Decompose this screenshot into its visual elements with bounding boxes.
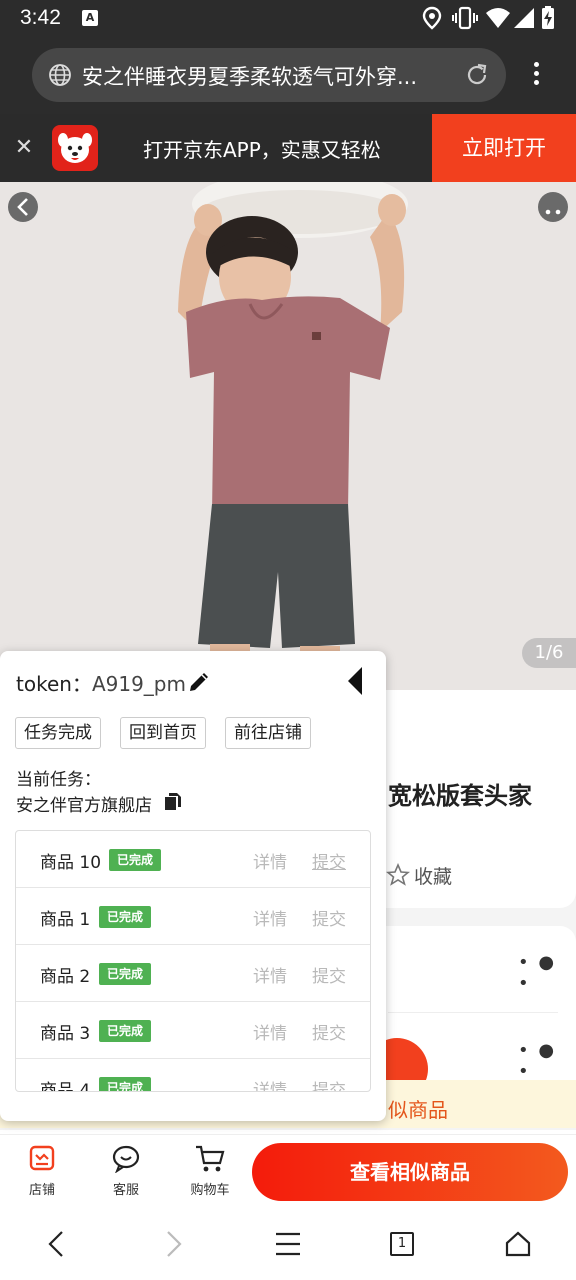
nav-back-icon[interactable] <box>44 1226 68 1262</box>
location-icon <box>422 6 442 30</box>
service-label: 客服 <box>112 1183 139 1198</box>
jd-logo <box>52 125 98 171</box>
app-banner: ✕ 打开京东APP，实惠又轻松 立即打开 <box>0 114 576 182</box>
cart-icon <box>196 1145 225 1172</box>
favorite-label: 收藏 <box>414 866 453 888</box>
status-badge: 已完成 <box>99 963 152 985</box>
open-app-button[interactable]: 立即打开 <box>432 114 576 182</box>
cart-label: 购物车 <box>190 1183 230 1198</box>
menu-dots-icon[interactable] <box>524 58 548 90</box>
browser-nav-bar: 1 <box>0 1208 576 1280</box>
detail-link[interactable]: 详情 <box>253 1076 287 1091</box>
submit-link[interactable]: 提交 <box>312 848 346 873</box>
list-item: 商品 4 已完成 详情 提交 <box>16 1059 370 1092</box>
status-time: 3:42 <box>20 6 61 29</box>
signal-icon <box>514 8 534 28</box>
nav-tabs-icon[interactable]: 1 <box>390 1232 414 1256</box>
service-tab[interactable]: 客服 <box>96 1143 156 1198</box>
item-name: 商品 2 <box>40 967 91 987</box>
go-home-button[interactable]: 回到首页 <box>120 717 206 749</box>
nav-menu-icon[interactable] <box>274 1226 302 1262</box>
nav-forward-icon[interactable] <box>162 1226 186 1262</box>
action-bar: 店铺 客服 购物车 查看相似商品 <box>0 1134 576 1208</box>
submit-link[interactable]: 提交 <box>312 1019 346 1044</box>
similar-products-link[interactable]: 似商品 <box>388 1094 448 1123</box>
list-item: 商品 2 已完成 详情 提交 <box>16 945 370 1002</box>
chevron-left-icon <box>17 198 28 216</box>
token-label: token： <box>16 672 92 696</box>
banner-text: 打开京东APP，实惠又轻松 <box>143 138 381 162</box>
status-badge: 已完成 <box>99 906 152 928</box>
edit-icon[interactable] <box>186 669 212 695</box>
go-store-button[interactable]: 前往店铺 <box>225 717 311 749</box>
star-icon <box>385 862 411 886</box>
vibrate-icon <box>452 6 478 30</box>
task-panel: token：A919_pm 任务完成 回到首页 前往店铺 当前任务： 安之伴官方… <box>0 651 386 1121</box>
status-bar: 3:42 A <box>0 0 576 36</box>
list-item: 商品 3 已完成 详情 提交 <box>16 1002 370 1059</box>
favorite-button[interactable]: 收藏 <box>385 862 453 889</box>
detail-link[interactable]: 详情 <box>253 848 287 873</box>
more-dots-icon[interactable]: • ● • <box>518 952 576 994</box>
more-dots-icon[interactable]: • ● • <box>518 1040 576 1082</box>
url-bar[interactable]: 安之伴睡衣男夏季柔软透气可外穿... <box>32 48 506 102</box>
service-icon <box>112 1145 140 1174</box>
current-task-label: 当前任务： <box>16 770 101 790</box>
item-name: 商品 3 <box>40 1024 91 1044</box>
browser-toolbar: 安之伴睡衣男夏季柔软透气可外穿... <box>0 36 576 114</box>
status-badge: 已完成 <box>109 849 162 871</box>
item-name: 商品 1 <box>40 910 91 930</box>
wifi-icon <box>486 8 510 28</box>
list-item: 商品 10 已完成 详情 提交 <box>16 831 370 888</box>
more-button[interactable] <box>538 192 568 222</box>
cart-tab[interactable]: 购物车 <box>180 1143 240 1198</box>
product-image[interactable]: 1/6 <box>0 182 576 690</box>
detail-link[interactable]: 详情 <box>253 1019 287 1044</box>
close-icon[interactable]: ✕ <box>12 136 36 160</box>
detail-link[interactable]: 详情 <box>253 905 287 930</box>
submit-link[interactable]: 提交 <box>312 962 346 987</box>
url-text: 安之伴睡衣男夏季柔软透气可外穿... <box>82 65 418 89</box>
product-title: 宽松版套头家 <box>388 782 532 810</box>
item-name: 商品 10 <box>40 853 102 873</box>
task-list: 商品 10 已完成 详情 提交 商品 1 已完成 详情 提交 商品 2 已完成 … <box>15 830 371 1092</box>
product-photo <box>0 182 576 690</box>
battery-charging-icon <box>542 6 554 29</box>
token-value: A919_pm <box>91 672 186 696</box>
task-complete-button[interactable]: 任务完成 <box>15 717 101 749</box>
reload-icon[interactable] <box>464 62 490 88</box>
token-row: token：A919_pm <box>16 668 186 697</box>
store-label: 店铺 <box>28 1183 55 1198</box>
view-similar-button[interactable]: 查看相似商品 <box>252 1143 568 1201</box>
nav-home-icon[interactable] <box>504 1226 532 1262</box>
divider <box>388 1012 558 1013</box>
current-store-name: 安之伴官方旗舰店 <box>16 796 152 816</box>
store-icon <box>29 1145 55 1171</box>
copy-icon[interactable] <box>163 792 183 812</box>
list-item: 商品 1 已完成 详情 提交 <box>16 888 370 945</box>
status-badge: 已完成 <box>99 1077 152 1091</box>
image-counter: 1/6 <box>522 638 576 668</box>
submit-link[interactable]: 提交 <box>312 1076 346 1091</box>
status-badge: 已完成 <box>99 1020 152 1042</box>
submit-link[interactable]: 提交 <box>312 905 346 930</box>
detail-link[interactable]: 详情 <box>253 962 287 987</box>
a-notification-icon: A <box>82 10 98 26</box>
globe-icon <box>49 64 71 86</box>
store-tab[interactable]: 店铺 <box>12 1143 72 1198</box>
item-name: 商品 4 <box>40 1081 91 1092</box>
back-button[interactable] <box>8 192 38 222</box>
collapse-panel-icon[interactable] <box>348 667 362 695</box>
more-dots-icon <box>545 209 561 215</box>
